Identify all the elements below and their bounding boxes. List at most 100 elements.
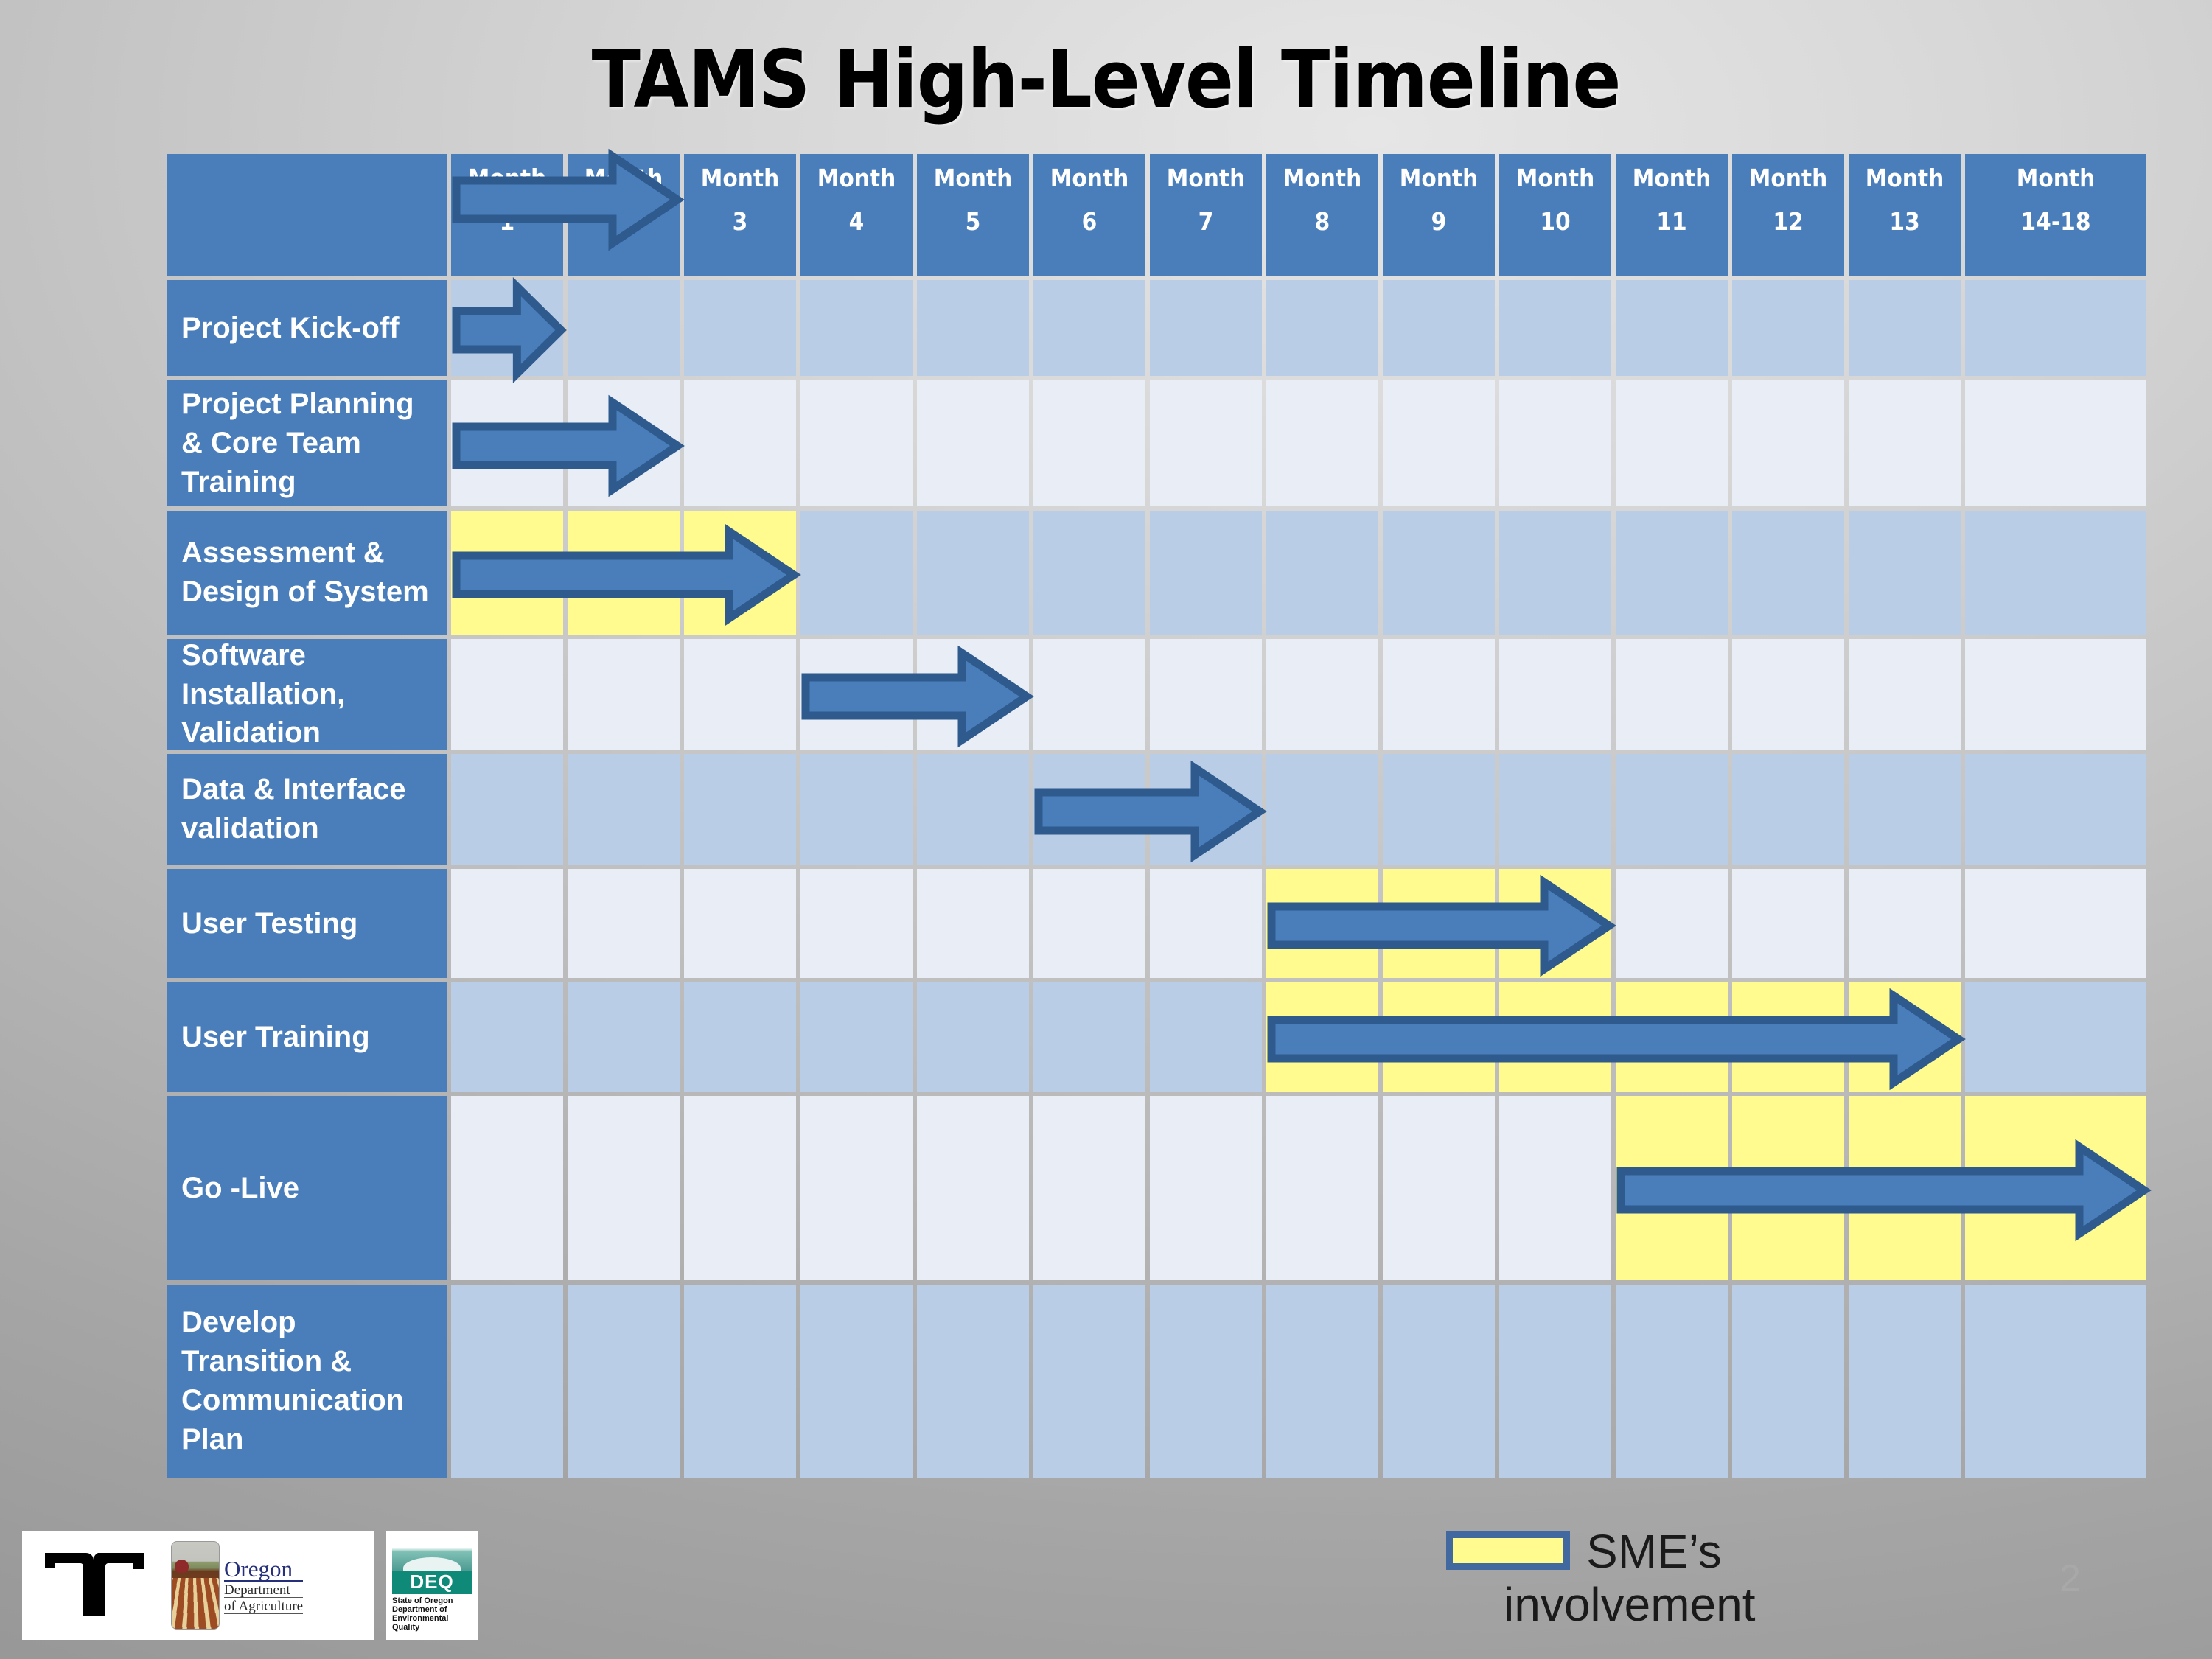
page-title: TAMS High-Level Timeline bbox=[591, 34, 1622, 126]
timeline-cell bbox=[1849, 1285, 1961, 1478]
timeline-cell bbox=[451, 639, 563, 750]
timeline-cell bbox=[917, 754, 1029, 865]
timeline-cell bbox=[1965, 1285, 2146, 1478]
timeline-cell bbox=[1616, 380, 1728, 506]
timeline-cell bbox=[800, 380, 913, 506]
legend-label: SME’s involvement bbox=[1504, 1525, 1807, 1631]
timeline-cell bbox=[568, 280, 680, 376]
column-header-number: 7 bbox=[1198, 207, 1214, 236]
timeline-cell bbox=[1150, 754, 1262, 865]
timeline-cell bbox=[684, 639, 796, 750]
timeline-cell bbox=[684, 280, 796, 376]
timeline-cell bbox=[917, 1285, 1029, 1478]
timeline-cell bbox=[800, 280, 913, 376]
column-header-word: Month bbox=[1632, 164, 1712, 192]
timeline-cell bbox=[684, 1096, 796, 1280]
timeline-cell-sme bbox=[1849, 982, 1961, 1092]
oda-line-1: Oregon bbox=[224, 1557, 304, 1582]
column-header-word: Month bbox=[1515, 164, 1595, 192]
column-header-number: 4 bbox=[848, 207, 865, 236]
timeline-cell-sme bbox=[1383, 869, 1495, 978]
timeline-cell bbox=[1033, 639, 1145, 750]
timeline-cell bbox=[451, 982, 563, 1092]
timeline-cell bbox=[800, 869, 913, 978]
timeline-cell bbox=[800, 639, 913, 750]
timeline-cell-sme bbox=[1965, 1096, 2146, 1280]
column-header-word: Month bbox=[1166, 164, 1246, 192]
timeline-cell bbox=[1033, 511, 1145, 635]
row-label-1: Project Kick-off bbox=[167, 280, 447, 376]
slide-canvas: TAMS High-Level Timeline Month 1 Month 2 Mon… bbox=[0, 0, 2212, 1659]
timeline-cell bbox=[1965, 982, 2146, 1092]
timeline-cell bbox=[1033, 380, 1145, 506]
timeline-cell bbox=[451, 280, 563, 376]
timeline-cell-sme bbox=[1616, 982, 1728, 1092]
column-header-number: 13 bbox=[1889, 207, 1920, 236]
column-header-month-6: Month 6 bbox=[1033, 154, 1145, 276]
timeline-cell bbox=[684, 982, 796, 1092]
farm-field-image bbox=[171, 1541, 220, 1630]
timeline-cell bbox=[1150, 511, 1262, 635]
timeline-cell bbox=[1383, 639, 1495, 750]
timeline-cell bbox=[1150, 639, 1262, 750]
timeline-cell bbox=[1150, 1285, 1262, 1478]
timeline-cell bbox=[1499, 639, 1611, 750]
timeline-cell bbox=[684, 1285, 796, 1478]
timeline-cell bbox=[1849, 511, 1961, 635]
timeline-cell-sme bbox=[568, 511, 680, 635]
timeline-cell bbox=[684, 869, 796, 978]
timeline-cell bbox=[1849, 639, 1961, 750]
timeline-cell bbox=[1732, 754, 1844, 865]
timeline-cell bbox=[1499, 1285, 1611, 1478]
timeline-grid: Month 1 Month 2 Month 3 Month 4 Month 5 Month 6 Mont… bbox=[167, 154, 2146, 1478]
column-header-month-4: Month 4 bbox=[800, 154, 913, 276]
timeline-cell bbox=[1499, 380, 1611, 506]
timeline-cell bbox=[1965, 754, 2146, 865]
timeline-cell-sme bbox=[1383, 982, 1495, 1092]
timeline-cell bbox=[800, 982, 913, 1092]
deq-logo: DEQ State of Oregon Department of Enviro… bbox=[386, 1531, 478, 1640]
timeline-cell bbox=[1383, 511, 1495, 635]
timeline-cell bbox=[800, 1096, 913, 1280]
slide-number: 2 bbox=[2059, 1557, 2081, 1600]
timeline-cell bbox=[1033, 280, 1145, 376]
timeline-cell bbox=[684, 754, 796, 865]
timeline-cell-sme bbox=[684, 511, 796, 635]
column-header-month-13: Month 13 bbox=[1849, 154, 1961, 276]
timeline-cell bbox=[451, 1096, 563, 1280]
timeline-cell bbox=[917, 869, 1029, 978]
deq-acronym: DEQ bbox=[392, 1571, 472, 1594]
row-label-3: Assessment & Design of System bbox=[167, 511, 447, 635]
row-label-2: Project Planning & Core Team Training bbox=[167, 380, 447, 506]
timeline-cell bbox=[1033, 1096, 1145, 1280]
timeline-cell bbox=[800, 1285, 913, 1478]
column-header-month-3: Month 3 bbox=[684, 154, 796, 276]
timeline-cell bbox=[1266, 280, 1378, 376]
deq-sub-4: Quality bbox=[392, 1623, 420, 1632]
timeline-cell bbox=[1383, 280, 1495, 376]
timeline-cell bbox=[1383, 1096, 1495, 1280]
column-header-number: 12 bbox=[1773, 207, 1804, 236]
timeline-cell-sme bbox=[1499, 869, 1611, 978]
timeline-cell bbox=[451, 1285, 563, 1478]
row-label-5: Data & Interface validation bbox=[167, 754, 447, 865]
column-header-word: Month bbox=[700, 164, 780, 192]
timeline-cell bbox=[1965, 869, 2146, 978]
legend-swatch-sme bbox=[1446, 1531, 1570, 1570]
column-header-month-9: Month 9 bbox=[1383, 154, 1495, 276]
timeline-cell bbox=[1849, 869, 1961, 978]
row-label-6: User Testing bbox=[167, 869, 447, 978]
column-header-month-12: Month 12 bbox=[1732, 154, 1844, 276]
column-header-number: 9 bbox=[1431, 207, 1447, 236]
timeline-cell bbox=[1499, 1096, 1611, 1280]
oda-line-2: Department bbox=[224, 1583, 304, 1598]
row-label-7: User Training bbox=[167, 982, 447, 1092]
timeline-cell bbox=[1616, 639, 1728, 750]
timeline-cell-sme bbox=[1732, 982, 1844, 1092]
column-header-word: Month bbox=[1748, 164, 1828, 192]
timeline-cell bbox=[1266, 1285, 1378, 1478]
timeline-cell bbox=[1266, 380, 1378, 506]
timeline-cell bbox=[1266, 754, 1378, 865]
timeline-cell-sme bbox=[1616, 1096, 1728, 1280]
timeline-cell bbox=[1732, 869, 1844, 978]
